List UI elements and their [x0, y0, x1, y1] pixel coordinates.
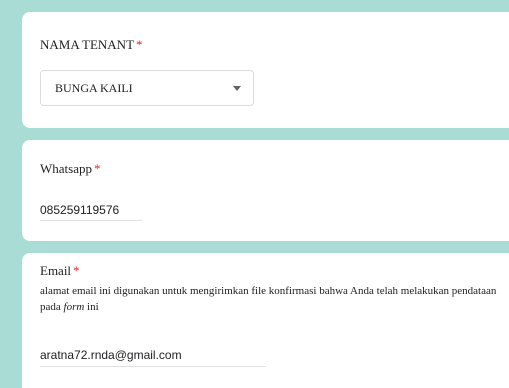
question-title-tenant-text: NAMA TENANT [40, 37, 135, 52]
required-asterisk: * [93, 161, 101, 176]
question-description-email: alamat email ini digunakan untuk mengiri… [40, 283, 500, 315]
whatsapp-input-underline [40, 220, 142, 221]
question-title-whatsapp-text: Whatsapp [40, 161, 92, 176]
description-suffix: ini [84, 301, 99, 313]
question-title-email-text: Email [40, 263, 72, 278]
question-card-whatsapp: Whatsapp * 085259119576 [22, 140, 509, 241]
whatsapp-input[interactable]: 085259119576 [40, 203, 119, 217]
question-title-tenant: NAMA TENANT * [40, 37, 143, 53]
description-emphasis: form [63, 301, 85, 313]
question-title-whatsapp: Whatsapp * [40, 161, 100, 177]
required-asterisk: * [73, 263, 80, 278]
question-title-email: Email * [40, 263, 80, 279]
required-asterisk: * [136, 37, 143, 52]
tenant-dropdown-value: BUNGA KAILI [55, 81, 133, 95]
tenant-dropdown[interactable]: BUNGA KAILI [40, 70, 254, 106]
email-input-underline [40, 366, 266, 367]
chevron-down-icon [233, 86, 241, 91]
question-card-email: Email * alamat email ini digunakan untuk … [22, 253, 509, 388]
email-input[interactable]: aratna72.rnda@gmail.com [40, 348, 182, 362]
question-card-tenant: NAMA TENANT * BUNGA KAILI [22, 12, 509, 128]
description-prefix: alamat email ini digunakan untuk mengiri… [40, 285, 497, 313]
